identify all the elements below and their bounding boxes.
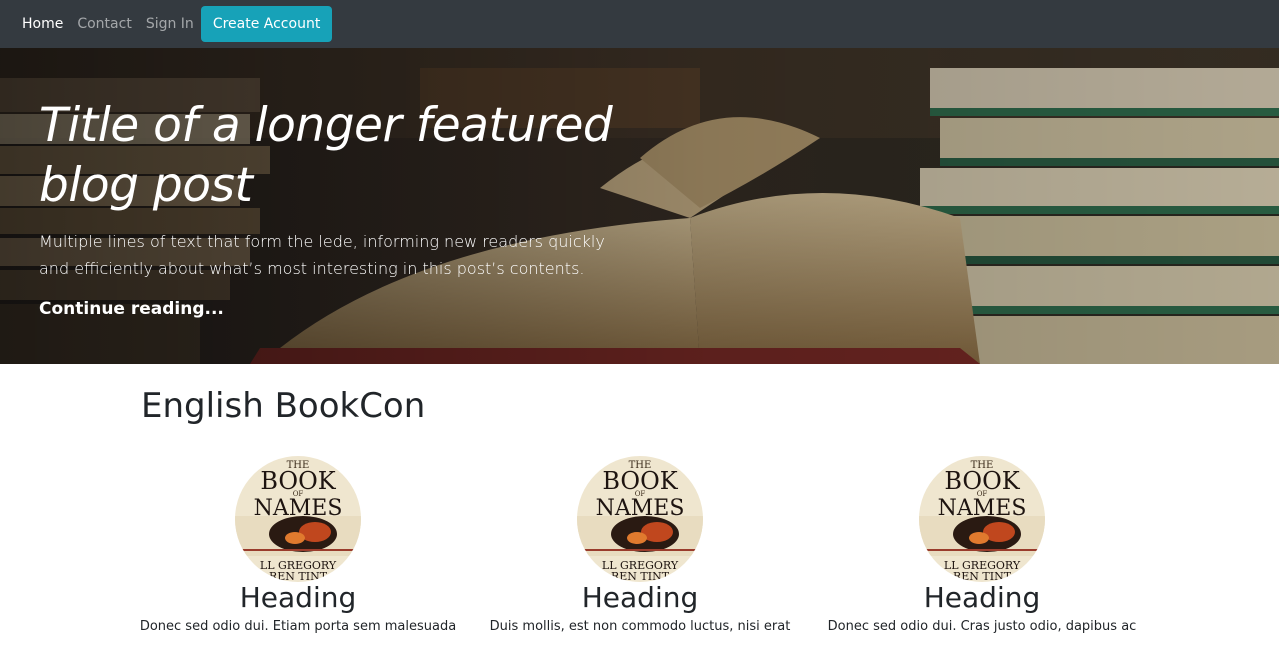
book-cover-image: THE BOOK OF NAMES LL GREGORY REN TINT: [919, 456, 1045, 582]
feature-column: THE BOOK OF NAMES LL GREGORY REN TINT He…: [480, 456, 800, 638]
column-text: Donec sed odio dui. Cras justo odio, dap…: [827, 619, 1137, 634]
feature-column: THE BOOK OF NAMES LL GREGORY REN TINT He…: [822, 456, 1142, 638]
nav-sign-in-link[interactable]: Sign In: [146, 16, 194, 32]
section-title: English BookCon: [141, 386, 426, 426]
column-text: Donec sed odio dui. Etiam porta sem male…: [139, 619, 457, 634]
book-cover-image: THE BOOK OF NAMES LL GREGORY REN TINT: [577, 456, 703, 582]
hero-content: Title of a longer featured blog post Mul…: [39, 96, 639, 319]
hero-lede: Multiple lines of text that form the led…: [39, 232, 605, 278]
svg-text:NAMES: NAMES: [938, 496, 1027, 521]
svg-text:NAMES: NAMES: [596, 496, 685, 521]
navbar: Home Contact Sign In Create Account: [0, 0, 1279, 48]
nav-contact-link[interactable]: Contact: [77, 16, 131, 32]
column-heading: Heading: [581, 581, 699, 614]
svg-text:NAMES: NAMES: [254, 496, 343, 521]
hero-banner: Title of a longer featured blog post Mul…: [0, 48, 1279, 364]
column-heading: Heading: [923, 581, 1041, 614]
feature-column: THE BOOK OF NAMES LL GREGORY REN TINT He…: [138, 456, 458, 638]
continue-reading-link[interactable]: Continue reading...: [39, 299, 224, 319]
book-cover-image: THE BOOK OF NAMES LL GREGORY REN TINT: [235, 456, 361, 582]
hero-title: Title of a longer featured blog post: [39, 98, 613, 213]
column-heading: Heading: [239, 581, 357, 614]
column-text: Duis mollis, est non commodo luctus, nis…: [489, 619, 791, 634]
nav-home-link[interactable]: Home: [22, 16, 63, 32]
create-account-button[interactable]: Create Account: [200, 6, 333, 42]
